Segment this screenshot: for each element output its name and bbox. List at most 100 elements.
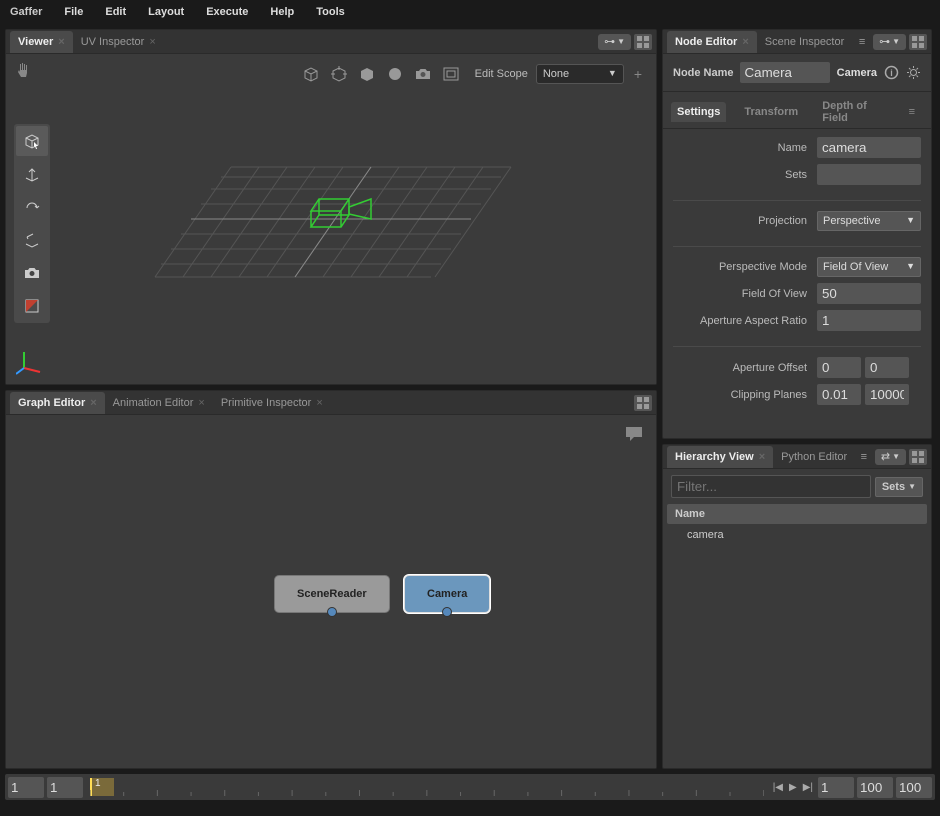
menu-icon[interactable]: ≡ [854, 34, 870, 50]
layout-button[interactable] [909, 34, 927, 50]
dropdown-value: Field Of View [823, 261, 888, 273]
close-icon[interactable]: × [759, 451, 765, 463]
aspect-input[interactable] [817, 310, 921, 331]
close-icon[interactable]: × [58, 36, 64, 48]
node-camera[interactable]: Camera [404, 575, 490, 613]
tab-uv-inspector[interactable]: UV Inspector × [73, 31, 164, 53]
node-output-port[interactable] [327, 607, 337, 617]
edit-scope-dropdown[interactable]: None ▼ [536, 64, 624, 84]
annotation-icon[interactable] [624, 425, 644, 443]
sphere-icon[interactable] [383, 62, 407, 86]
field-label-name: Name [673, 142, 813, 154]
camera-icon[interactable] [411, 62, 435, 86]
fov-input[interactable] [817, 283, 921, 304]
aperture-offset-x-input[interactable] [817, 357, 861, 378]
menu-icon[interactable]: ≡ [856, 449, 872, 465]
viewer-pin-menu[interactable]: ⊶ ▼ [598, 34, 631, 50]
solid-cube-icon[interactable] [355, 62, 379, 86]
tab-animation-editor[interactable]: Animation Editor × [105, 392, 213, 414]
tab-settings[interactable]: Settings [671, 102, 726, 122]
translate-tool[interactable] [16, 159, 48, 189]
hierarchy-pin-menu[interactable]: ⇄ ▼ [875, 449, 906, 465]
tab-node-editor[interactable]: Node Editor × [667, 31, 757, 53]
add-button[interactable]: + [628, 66, 648, 82]
tab-primitive-inspector[interactable]: Primitive Inspector × [213, 392, 331, 414]
info-icon[interactable]: i [883, 65, 899, 81]
menu-file[interactable]: File [64, 6, 83, 18]
pan-tool-icon[interactable] [14, 62, 38, 86]
aperture-offset-y-input[interactable] [865, 357, 909, 378]
cube-icon[interactable] [299, 62, 323, 86]
viewport[interactable] [6, 54, 656, 384]
layout-button[interactable] [909, 449, 927, 465]
clip-near-input[interactable] [817, 384, 861, 405]
menu-layout[interactable]: Layout [148, 6, 184, 18]
node-name-label: Node Name [673, 67, 734, 79]
menu-edit[interactable]: Edit [105, 6, 126, 18]
select-tool[interactable] [16, 126, 48, 156]
node-name-input[interactable] [740, 62, 830, 83]
edit-scope-value: None [543, 68, 569, 80]
tab-hierarchy-view[interactable]: Hierarchy View × [667, 446, 773, 468]
grid-icon [912, 451, 924, 463]
menu-execute[interactable]: Execute [206, 6, 248, 18]
graph-editor-panel: Graph Editor × Animation Editor × Primit… [5, 390, 657, 769]
projection-dropdown[interactable]: Perspective ▼ [817, 211, 921, 231]
node-label: SceneReader [297, 588, 367, 600]
node-editor-pin-menu[interactable]: ⊶ ▼ [873, 34, 906, 50]
ground-grid [131, 119, 531, 319]
menu-help[interactable]: Help [270, 6, 294, 18]
layout-button[interactable] [634, 34, 652, 50]
tab-label: Scene Inspector [765, 36, 845, 48]
tab-menu-icon[interactable]: ≡ [909, 106, 923, 118]
edit-scope-label: Edit Scope [475, 68, 528, 80]
chevron-down-icon: ▼ [892, 37, 900, 46]
tab-python-editor[interactable]: Python Editor [773, 446, 855, 468]
shuffle-icon: ⇄ [881, 450, 890, 463]
play-button[interactable]: ▶ [787, 782, 799, 793]
timeline-end-input[interactable] [896, 777, 932, 798]
node-scene-reader[interactable]: SceneReader [274, 575, 390, 613]
filter-input[interactable] [671, 475, 871, 498]
clip-far-input[interactable] [865, 384, 909, 405]
timeline-range-start-input[interactable] [47, 777, 83, 798]
close-icon[interactable]: × [742, 36, 748, 48]
sets-button[interactable]: Sets ▼ [875, 477, 923, 497]
tab-label: Python Editor [781, 451, 847, 463]
perspective-mode-dropdown[interactable]: Field Of View ▼ [817, 257, 921, 277]
rotate-tool[interactable] [16, 192, 48, 222]
close-icon[interactable]: × [149, 36, 155, 48]
chevron-down-icon: ▼ [908, 482, 916, 491]
name-input[interactable] [817, 137, 921, 158]
tab-transform[interactable]: Transform [738, 102, 804, 122]
tab-viewer[interactable]: Viewer × [10, 31, 73, 53]
scale-tool[interactable] [16, 225, 48, 255]
camera-wireframe [311, 199, 371, 227]
crop-tool[interactable] [16, 291, 48, 321]
axis-gizmo[interactable] [16, 346, 46, 376]
hierarchy-item[interactable]: camera [667, 526, 927, 544]
timeline-range-end-input[interactable] [857, 777, 893, 798]
menu-tools[interactable]: Tools [316, 6, 345, 18]
layout-button[interactable] [634, 395, 652, 411]
close-icon[interactable]: × [316, 397, 322, 409]
close-icon[interactable]: × [198, 397, 204, 409]
node-output-port[interactable] [442, 607, 452, 617]
crop-icon[interactable] [439, 62, 463, 86]
tab-graph-editor[interactable]: Graph Editor × [10, 392, 105, 414]
timeline-current-input[interactable] [818, 777, 854, 798]
graph-canvas[interactable]: SceneReader Camera [6, 415, 656, 768]
play-end-button[interactable]: ▶| [801, 782, 815, 793]
expand-icon[interactable] [327, 62, 351, 86]
sets-input[interactable] [817, 164, 921, 185]
tab-depth-of-field[interactable]: Depth of Field [816, 96, 896, 128]
tab-scene-inspector[interactable]: Scene Inspector [757, 31, 853, 53]
gear-icon[interactable] [905, 65, 921, 81]
viewer-panel: Viewer × UV Inspector × ⊶ ▼ [5, 29, 657, 385]
camera-tool[interactable] [16, 258, 48, 288]
field-label-perspective-mode: Perspective Mode [673, 261, 813, 273]
timeline-start-input[interactable] [8, 777, 44, 798]
close-icon[interactable]: × [90, 397, 96, 409]
play-start-button[interactable]: |◀ [771, 782, 785, 793]
timeline-track[interactable]: 1 [90, 778, 764, 796]
